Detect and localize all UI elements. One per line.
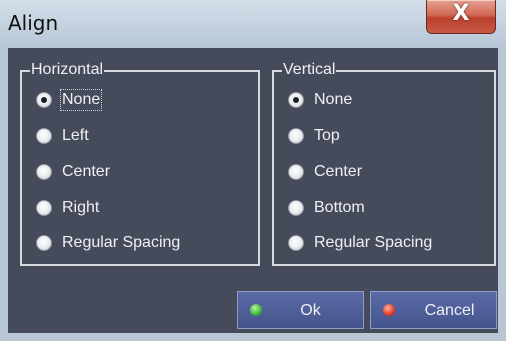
radio-button[interactable]: [36, 164, 52, 180]
radio-label: Center: [62, 163, 111, 180]
ok-button-label: Ok: [300, 302, 321, 319]
radio-label: Center: [314, 163, 363, 180]
radio-button[interactable]: [288, 200, 304, 216]
cancel-button-label: Cancel: [424, 302, 475, 319]
radio-button[interactable]: [288, 128, 304, 144]
cancel-button[interactable]: Cancel: [370, 291, 497, 329]
radio-label: Top: [314, 127, 340, 144]
radio-button-selected[interactable]: [288, 92, 304, 108]
radio-button[interactable]: [36, 235, 52, 251]
radio-label: Bottom: [314, 199, 365, 216]
radio-label: Right: [62, 199, 100, 216]
window-frame-right: [498, 48, 506, 341]
radio-label: None: [314, 91, 353, 108]
radio-button-selected[interactable]: [36, 92, 52, 108]
window-frame-left: [0, 48, 8, 341]
align-dialog: Align X Horizontal None Left Center Righ…: [0, 0, 506, 341]
radio-label: Regular Spacing: [62, 234, 181, 251]
close-button[interactable]: X: [426, 0, 496, 34]
radio-label: None: [59, 89, 103, 111]
vertical-group: Vertical None Top Center Bottom Regular …: [272, 61, 496, 266]
window-frame-bottom: [0, 333, 506, 341]
radio-button[interactable]: [36, 128, 52, 144]
radio-button[interactable]: [36, 200, 52, 216]
horizontal-group-legend: Horizontal: [30, 61, 105, 79]
radio-button[interactable]: [288, 235, 304, 251]
radio-button[interactable]: [288, 164, 304, 180]
vertical-group-legend: Vertical: [282, 61, 337, 79]
radio-label: Left: [62, 127, 89, 144]
title-bar[interactable]: Align X: [0, 0, 506, 48]
close-icon: X: [452, 1, 470, 26]
ok-button[interactable]: Ok: [237, 291, 364, 329]
window-title: Align: [8, 11, 59, 35]
radio-label: Regular Spacing: [314, 234, 433, 251]
horizontal-group: Horizontal None Left Center Right Regula…: [20, 61, 260, 266]
